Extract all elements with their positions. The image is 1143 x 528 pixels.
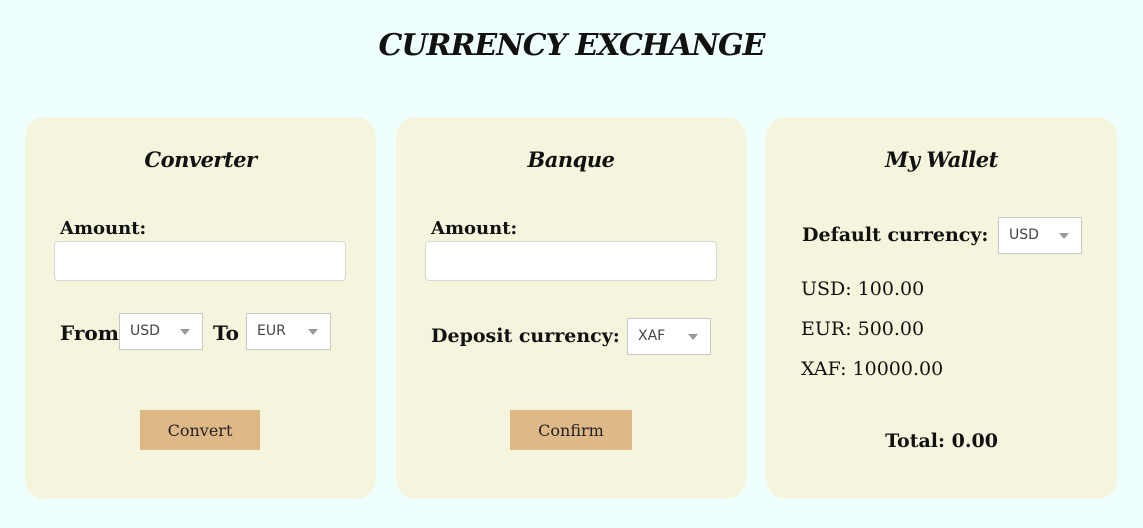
chevron-down-icon: [1059, 233, 1069, 239]
banque-amount-input[interactable]: [425, 241, 717, 281]
from-label: From: [60, 321, 119, 345]
banque-title: Banque: [527, 147, 615, 172]
default-currency-select[interactable]: USD: [998, 217, 1082, 254]
chevron-down-icon: [308, 329, 318, 335]
balance-usd: USD: 100.00: [801, 278, 925, 300]
to-currency-value: EUR: [257, 323, 286, 339]
deposit-currency-select[interactable]: XAF: [627, 318, 711, 355]
default-currency-label: Default currency:: [802, 224, 989, 246]
from-currency-value: USD: [130, 323, 160, 339]
deposit-currency-value: XAF: [638, 328, 666, 344]
page-title: CURRENCY EXCHANGE: [378, 28, 766, 63]
banque-card: Banque Amount: Deposit currency: XAF Con…: [396, 117, 746, 499]
wallet-title: My Wallet: [885, 147, 998, 172]
converter-amount-input[interactable]: [54, 241, 346, 281]
converter-card: Converter Amount: From USD To EUR Conver…: [25, 117, 376, 499]
confirm-button[interactable]: Confirm: [510, 410, 632, 450]
converter-amount-label: Amount:: [60, 218, 147, 239]
balance-xaf: XAF: 10000.00: [801, 358, 944, 380]
wallet-total: Total: 0.00: [885, 430, 998, 452]
converter-title: Converter: [144, 147, 257, 172]
default-currency-value: USD: [1009, 227, 1039, 243]
to-label: To: [213, 321, 239, 345]
convert-button[interactable]: Convert: [140, 410, 260, 450]
chevron-down-icon: [688, 334, 698, 340]
from-currency-select[interactable]: USD: [119, 313, 203, 350]
chevron-down-icon: [180, 329, 190, 335]
deposit-currency-label: Deposit currency:: [431, 325, 620, 347]
wallet-card: My Wallet Default currency: USD USD: 100…: [766, 117, 1117, 499]
banque-amount-label: Amount:: [431, 218, 518, 239]
balance-eur: EUR: 500.00: [801, 318, 925, 340]
to-currency-select[interactable]: EUR: [246, 313, 331, 350]
